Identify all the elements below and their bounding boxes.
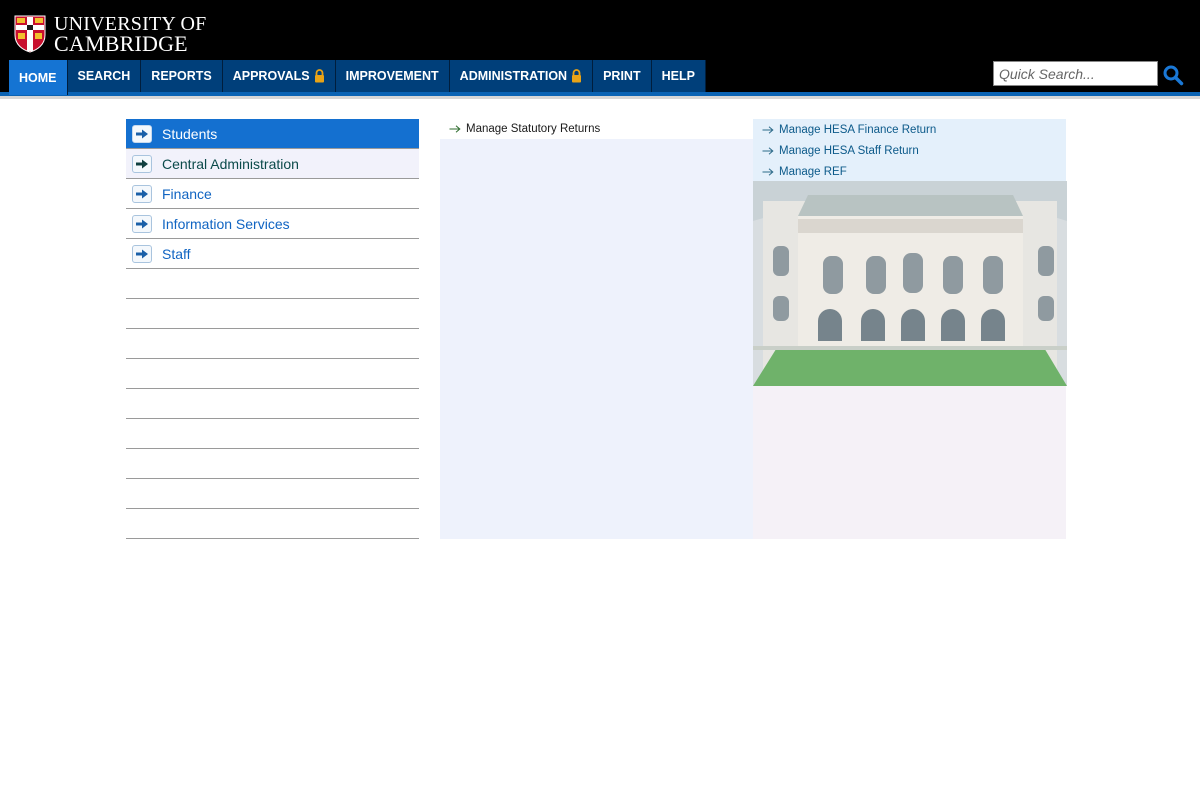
empty-menu-row xyxy=(126,329,419,359)
logo-line-2: CAMBRIDGE xyxy=(54,31,188,56)
empty-menu-row xyxy=(126,449,419,479)
quick-search-input[interactable] xyxy=(993,61,1158,86)
link-manage-hesa-staff-return[interactable]: Manage HESA Staff Return xyxy=(753,140,1066,161)
link-label: Manage REF xyxy=(779,165,847,178)
link-label: Manage HESA Staff Return xyxy=(779,144,919,157)
menu-item-staff[interactable]: Staff xyxy=(126,239,419,269)
nav-label: PRINT xyxy=(603,69,641,83)
search-icon[interactable] xyxy=(1162,64,1184,86)
link-manage-hesa-finance-return[interactable]: Manage HESA Finance Return xyxy=(753,119,1066,140)
nav-label: IMPROVEMENT xyxy=(345,69,439,83)
center-panel: Manage Statutory Returns xyxy=(440,119,753,539)
menu-item-label: Finance xyxy=(162,185,212,202)
link-label: Manage HESA Finance Return xyxy=(779,123,937,136)
empty-menu-row xyxy=(126,389,419,419)
header-divider xyxy=(0,96,1200,99)
arrow-right-icon xyxy=(132,214,152,233)
menu-item-label: Students xyxy=(162,125,218,142)
nav-label: HELP xyxy=(661,69,695,83)
university-logo[interactable]: UNIVERSITY OF CAMBRIDGE xyxy=(14,14,206,56)
building-photo xyxy=(753,181,1067,386)
arrow-right-icon xyxy=(762,167,774,176)
nav-help[interactable]: HELP xyxy=(651,60,706,92)
menu-item-information-services[interactable]: Information Services xyxy=(126,209,419,239)
menu-item-students[interactable]: Students xyxy=(126,119,419,149)
empty-menu-row xyxy=(126,419,419,449)
nav-label: HOME xyxy=(19,70,57,85)
empty-menu-row xyxy=(126,479,419,509)
arrow-right-icon xyxy=(132,184,152,203)
menu-item-central-administration[interactable]: Central Administration xyxy=(126,149,419,179)
main-navigation: HOME SEARCH REPORTS APPROVALS IMPROVEMEN… xyxy=(9,60,706,95)
empty-menu-row xyxy=(126,269,419,299)
menu-item-label: Information Services xyxy=(162,215,290,232)
link-manage-statutory-returns[interactable]: Manage Statutory Returns xyxy=(440,119,753,139)
nav-label: REPORTS xyxy=(151,69,212,83)
arrow-right-icon xyxy=(762,146,774,155)
category-menu: Students Central Administration Finance … xyxy=(126,119,419,539)
empty-menu-row xyxy=(126,299,419,329)
nav-label: ADMINISTRATION xyxy=(459,69,568,83)
arrow-right-icon xyxy=(132,244,152,263)
nav-print[interactable]: PRINT xyxy=(593,60,652,92)
right-links-list: Manage HESA Finance Return Manage HESA S… xyxy=(753,119,1066,182)
link-label: Manage Statutory Returns xyxy=(466,123,601,135)
menu-item-label: Staff xyxy=(162,245,191,262)
arrow-right-icon xyxy=(132,124,152,143)
menu-item-finance[interactable]: Finance xyxy=(126,179,419,209)
arrow-right-icon xyxy=(449,125,461,133)
arrow-right-icon xyxy=(132,154,152,173)
link-manage-ref[interactable]: Manage REF xyxy=(753,161,1066,182)
arrow-right-icon xyxy=(762,125,774,134)
nav-label: APPROVALS xyxy=(232,69,310,83)
empty-menu-row xyxy=(126,509,419,539)
nav-improvement[interactable]: IMPROVEMENT xyxy=(335,60,450,92)
menu-item-label: Central Administration xyxy=(162,155,299,172)
nav-administration[interactable]: ADMINISTRATION xyxy=(449,60,594,92)
nav-search[interactable]: SEARCH xyxy=(67,60,142,92)
empty-menu-row xyxy=(126,359,419,389)
nav-home[interactable]: HOME xyxy=(9,60,68,95)
cambridge-shield-icon xyxy=(14,15,46,53)
nav-label: SEARCH xyxy=(77,69,131,83)
nav-approvals[interactable]: APPROVALS xyxy=(222,60,336,92)
right-panel: Manage HESA Finance Return Manage HESA S… xyxy=(753,119,1067,539)
lock-icon xyxy=(314,69,324,83)
lock-icon xyxy=(572,69,582,83)
nav-reports[interactable]: REPORTS xyxy=(141,60,223,92)
